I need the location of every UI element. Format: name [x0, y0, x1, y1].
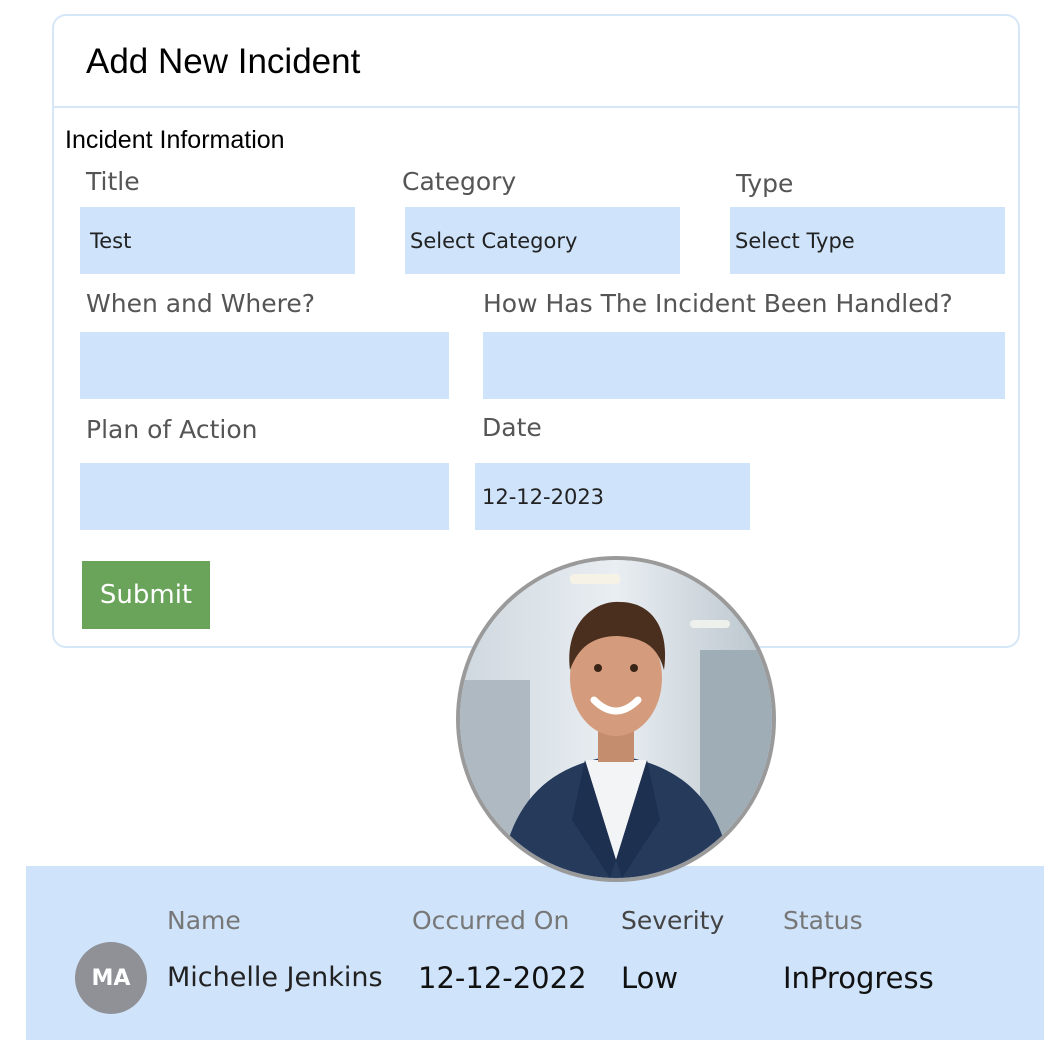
section-title: Incident Information	[65, 126, 285, 154]
submit-button[interactable]: Submit	[82, 561, 210, 629]
handled-input[interactable]	[483, 332, 1005, 399]
severity-header: Severity	[621, 906, 725, 935]
status-value: InProgress	[783, 961, 934, 995]
title-input[interactable]: Test	[80, 207, 355, 274]
date-label: Date	[482, 413, 542, 442]
category-select[interactable]: Select Category	[405, 207, 680, 274]
form-title: Add New Incident	[86, 42, 361, 81]
category-label: Category	[402, 167, 517, 196]
occurred-on-header: Occurred On	[412, 906, 570, 935]
name-header: Name	[167, 906, 241, 935]
handled-label: How Has The Incident Been Handled?	[483, 289, 953, 318]
incident-form-card: Add New Incident Incident Information Ti…	[52, 14, 1020, 648]
when-where-input[interactable]	[80, 332, 449, 399]
person-photo-illustration	[460, 560, 772, 878]
plan-label: Plan of Action	[86, 415, 258, 444]
avatar: MA	[75, 942, 147, 1014]
name-value: Michelle Jenkins	[167, 962, 383, 993]
severity-value: Low	[621, 961, 679, 995]
occurred-on-value: 12-12-2022	[418, 961, 587, 995]
when-where-label: When and Where?	[86, 289, 316, 318]
title-label: Title	[86, 167, 140, 196]
profile-photo	[456, 556, 776, 882]
type-label: Type	[736, 169, 794, 198]
incident-summary-row[interactable]: MA Name Michelle Jenkins Occurred On 12-…	[26, 866, 1044, 1040]
form-header: Add New Incident	[54, 16, 1018, 108]
type-select[interactable]: Select Type	[730, 207, 1005, 274]
date-input[interactable]: 12-12-2023	[475, 463, 750, 530]
status-header: Status	[783, 906, 863, 935]
plan-input[interactable]	[80, 463, 449, 530]
